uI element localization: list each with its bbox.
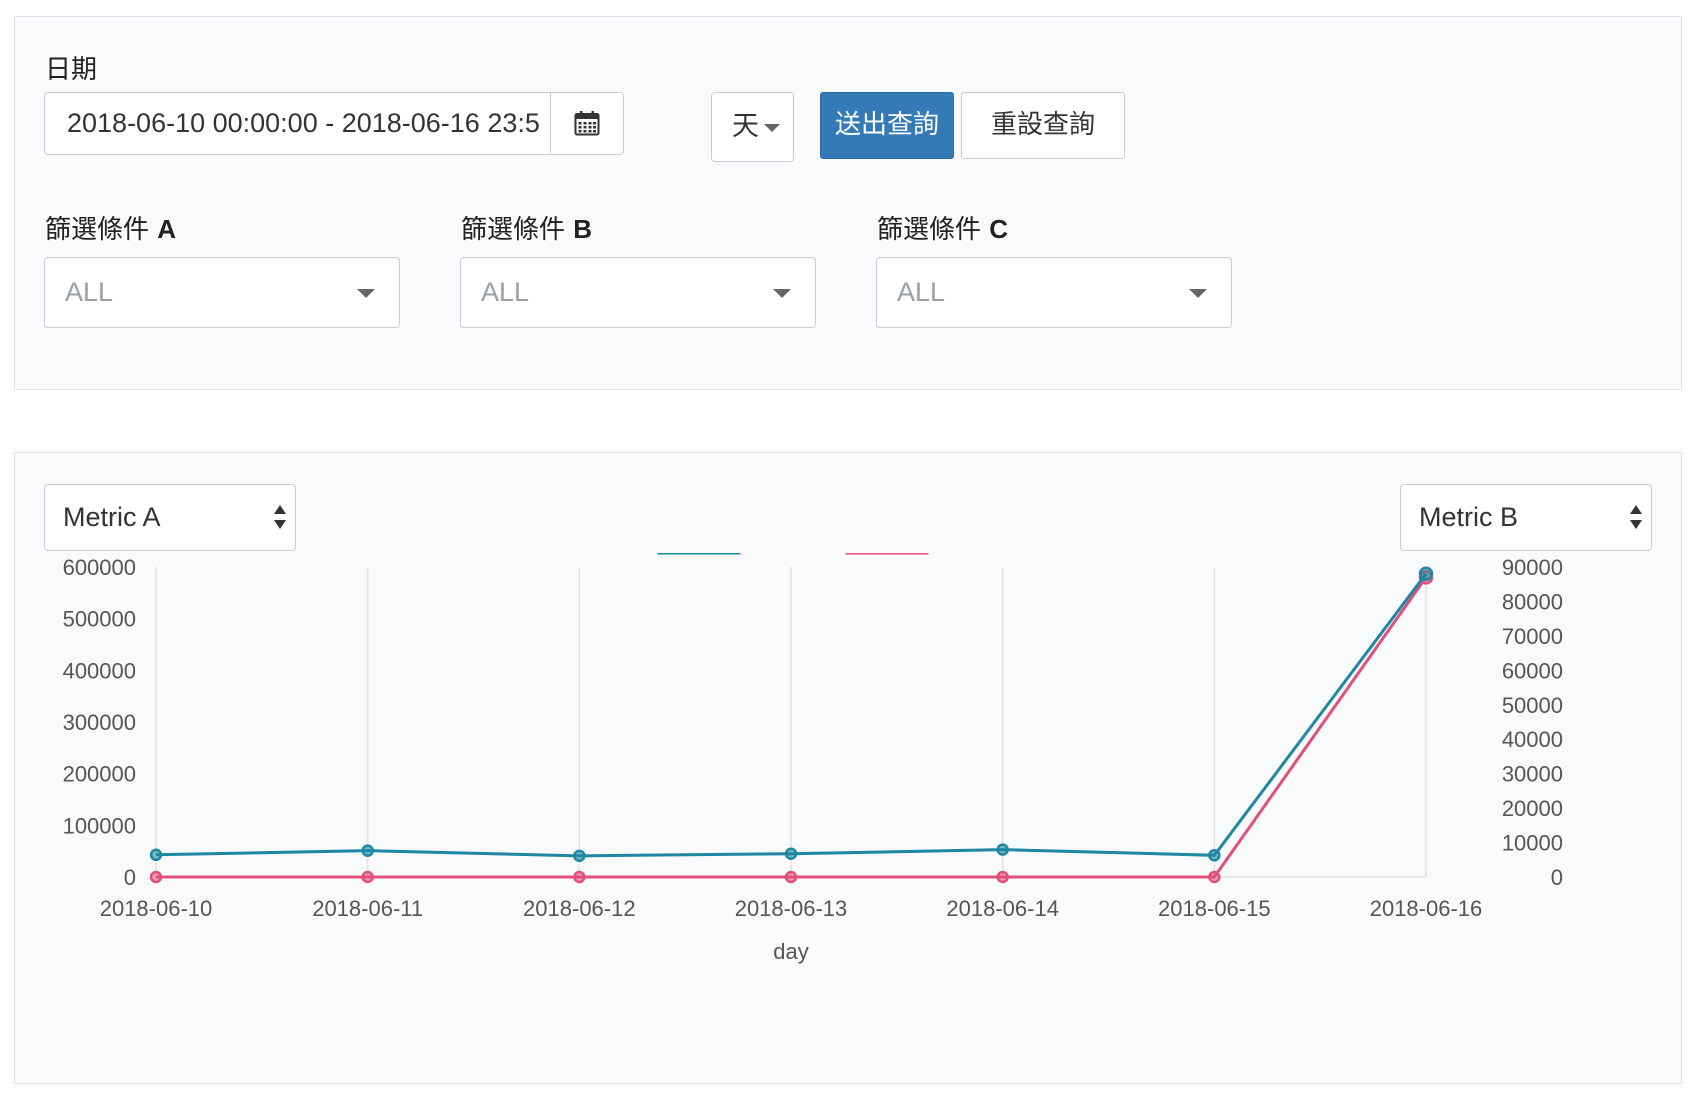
granularity-value: 天	[732, 111, 759, 141]
y-left-tick-label: 300000	[63, 710, 136, 735]
reset-query-button[interactable]: 重設查詢	[961, 92, 1125, 159]
filter-a-label: 篩選條件 A	[45, 209, 176, 246]
y-left-tick-label: 0	[124, 865, 136, 890]
metric-right-value: Metric B	[1419, 502, 1519, 532]
y-right-tick-label: 10000	[1502, 831, 1563, 856]
date-picker-button[interactable]	[550, 93, 623, 153]
data-point	[149, 870, 163, 884]
granularity-select[interactable]: 天	[711, 92, 794, 162]
data-point	[573, 870, 586, 884]
metric-left-value: Metric A	[63, 502, 161, 532]
x-tick-label: 2018-06-13	[735, 896, 848, 921]
x-tick-label: 2018-06-15	[1158, 896, 1271, 921]
x-tick-label: 2018-06-10	[100, 896, 213, 921]
x-tick-label: 2018-06-12	[523, 896, 636, 921]
up-down-arrows-icon	[274, 505, 286, 529]
date-range-input[interactable]: 2018-06-10 00:00:00 - 2018-06-16 23:5	[44, 92, 624, 155]
filter-panel: 日期 2018-06-10 00:00:00 - 2018-06-16 23:5…	[14, 16, 1682, 390]
filter-b-label: 篩選條件 B	[461, 209, 592, 246]
filter-c-label: 篩選條件 C	[877, 209, 1008, 246]
y-right-tick-label: 30000	[1502, 762, 1563, 787]
filter-a-letter: A	[157, 214, 177, 244]
y-left-tick-label: 600000	[63, 555, 136, 580]
y-right-tick-label: 40000	[1502, 727, 1563, 752]
y-right-tick-label: 20000	[1502, 796, 1563, 821]
data-point	[1208, 849, 1221, 862]
calendar-icon	[574, 111, 600, 136]
chart-grid	[155, 567, 1427, 878]
submit-query-button[interactable]: 送出查詢	[820, 92, 954, 159]
data-point	[1208, 870, 1221, 884]
x-tick-label: 2018-06-16	[1370, 896, 1483, 921]
filter-b-value: ALL	[481, 277, 530, 307]
data-point	[361, 844, 374, 857]
y-right-tick-label: 70000	[1502, 624, 1563, 649]
filter-c-letter: C	[989, 214, 1009, 244]
x-tick-label: 2018-06-14	[946, 896, 1059, 921]
data-point	[784, 870, 798, 884]
caret-down-icon	[764, 124, 780, 132]
data-point	[996, 870, 1009, 884]
y-left-tick-label: 200000	[63, 762, 136, 787]
up-down-arrows-icon	[1630, 505, 1642, 529]
data-point	[784, 847, 798, 860]
caret-down-icon	[773, 289, 791, 298]
y-right-tick-label: 50000	[1502, 693, 1563, 718]
chart-legend: 曝光數 點擊數	[657, 553, 1013, 555]
filter-b-select[interactable]: ALL	[460, 257, 816, 328]
y-left-tick-label: 400000	[63, 658, 136, 683]
legend-label: 曝光數	[753, 553, 825, 555]
filter-a-value: ALL	[65, 277, 114, 307]
y-left-tick-label: 500000	[63, 607, 136, 632]
caret-down-icon	[1189, 289, 1207, 298]
filter-b-letter: B	[573, 214, 593, 244]
filter-a-label-text: 篩選條件	[45, 215, 150, 245]
chart-panel: Metric A Metric B 2018-06-10 2018-06-11 20…	[14, 452, 1682, 1084]
filter-a-select[interactable]: ALL	[44, 257, 400, 328]
filter-c-value: ALL	[897, 277, 946, 307]
metric-right-select[interactable]: Metric B	[1400, 484, 1652, 551]
date-label: 日期	[45, 55, 98, 85]
filter-b-label-text: 篩選條件	[461, 215, 566, 245]
data-point	[1418, 566, 1434, 581]
legend-label: 點擊數	[941, 553, 1013, 555]
data-point	[361, 870, 374, 884]
data-point	[996, 843, 1009, 856]
data-point	[149, 848, 163, 862]
data-point	[573, 849, 586, 863]
filter-c-label-text: 篩選條件	[877, 215, 982, 245]
y-right-tick-label: 80000	[1502, 589, 1563, 614]
chart-axes: 2018-06-10 2018-06-11 2018-06-12 2018-06-13…	[63, 555, 1563, 964]
date-range-value: 2018-06-10 00:00:00 - 2018-06-16 23:5	[67, 108, 540, 138]
y-right-tick-label: 90000	[1502, 555, 1563, 580]
y-left-tick-label: 100000	[63, 813, 136, 838]
line-chart: 2018-06-10 2018-06-11 2018-06-12 2018-06-13…	[63, 553, 1563, 964]
filter-c-select[interactable]: ALL	[876, 257, 1232, 328]
y-right-tick-label: 0	[1551, 865, 1563, 890]
metric-left-select[interactable]: Metric A	[44, 484, 296, 551]
caret-down-icon	[357, 289, 375, 298]
x-tick-label: 2018-06-11	[312, 896, 423, 921]
y-right-tick-label: 60000	[1502, 658, 1563, 683]
x-axis-label: day	[773, 939, 808, 964]
